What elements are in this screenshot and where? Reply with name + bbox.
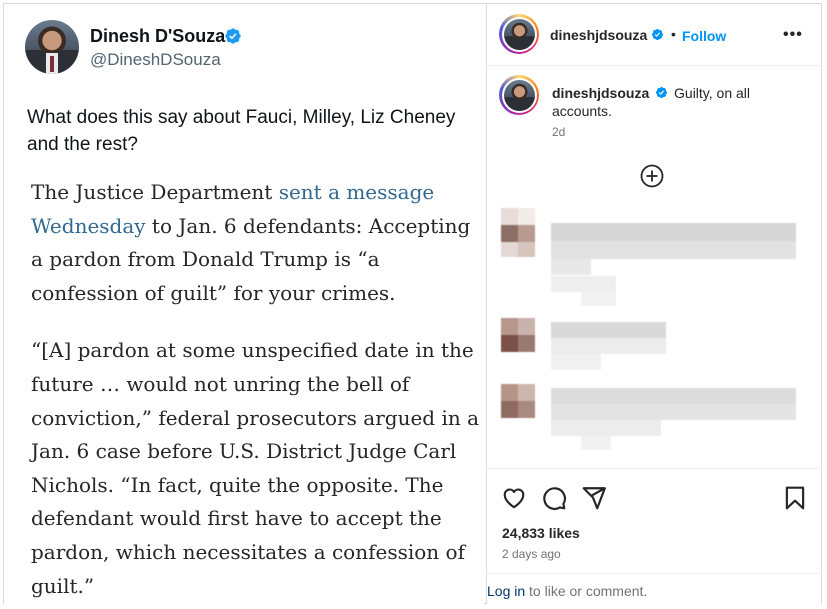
more-options-icon[interactable]: ••• <box>783 26 803 44</box>
blurred-comment <box>501 318 811 378</box>
separator-dot: • <box>671 26 676 42</box>
article-paragraph-2: “[A] pardon at some unspecified date in … <box>31 338 479 598</box>
tweet-text: What does this say about Fauci, Milley, … <box>27 107 456 155</box>
post-caption: dineshjdsouza Guilty, on all accounts. <box>552 84 802 120</box>
avatar[interactable] <box>25 20 79 74</box>
verified-badge-icon <box>225 28 241 44</box>
verified-badge-icon <box>656 86 668 99</box>
story-avatar[interactable] <box>499 14 539 54</box>
article-screenshot: The Justice Department sent a message We… <box>31 176 481 609</box>
load-more-comments-icon[interactable] <box>640 164 664 188</box>
login-prompt: Log in to like or comment. <box>487 573 822 605</box>
likes-count[interactable]: 24,833 likes <box>502 525 580 541</box>
comment-icon[interactable] <box>541 485 567 511</box>
blurred-comment <box>501 384 811 454</box>
post-header: dineshjdsouza • Follow ••• <box>487 4 822 66</box>
instagram-post-panel: dineshjdsouza • Follow ••• dineshjdsouza… <box>486 4 822 604</box>
post-date[interactable]: 2 days ago <box>502 547 561 561</box>
display-name[interactable]: Dinesh D'Souza <box>90 26 225 47</box>
blurred-comment <box>501 208 811 308</box>
user-handle[interactable]: @DineshDSouza <box>90 50 221 70</box>
login-link[interactable]: Log in <box>487 583 525 599</box>
share-icon[interactable] <box>581 485 607 511</box>
heart-icon[interactable] <box>501 485 527 511</box>
caption-timestamp: 2d <box>552 125 566 139</box>
post-actions: 24,833 likes 2 days ago Log in to like o… <box>487 468 822 604</box>
header-username[interactable]: dineshjdsouza <box>550 27 647 43</box>
caption-username[interactable]: dineshjdsouza <box>552 85 649 101</box>
tweet-card: Dinesh D'Souza @DineshDSouza What does t… <box>4 4 484 604</box>
bookmark-icon[interactable] <box>782 485 808 511</box>
caption-avatar[interactable] <box>499 75 539 115</box>
follow-button[interactable]: Follow <box>682 28 726 44</box>
verified-badge-icon <box>651 28 664 41</box>
article-paragraph-1: The Justice Department sent a message We… <box>31 180 471 305</box>
